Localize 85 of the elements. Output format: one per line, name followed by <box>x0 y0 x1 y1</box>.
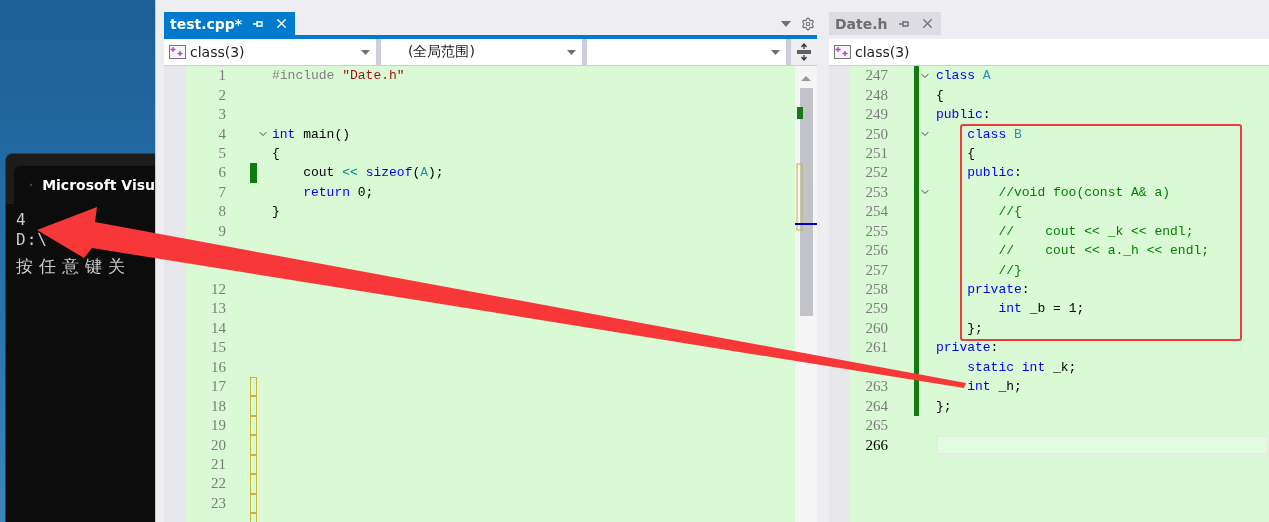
console-output: 按任意键关 <box>16 256 132 276</box>
code-line: public: <box>966 165 1022 181</box>
tab-list-caret-icon[interactable] <box>781 20 791 27</box>
dropdown-caret-icon <box>361 49 370 55</box>
line-number: 16 <box>210 358 226 376</box>
line-number: 247 <box>864 67 888 85</box>
line-number: 266 <box>864 436 888 454</box>
code-line: int _b = 1; <box>997 301 1085 317</box>
line-number: 8 <box>217 203 226 221</box>
line-number: 6 <box>217 164 226 182</box>
line-number: 20 <box>210 436 226 454</box>
line-number: 19 <box>210 417 226 435</box>
code-line: { <box>272 145 280 161</box>
pin-icon[interactable] <box>252 18 265 29</box>
code-line: #include "Date.h" <box>272 68 405 84</box>
line-number: 252 <box>864 164 888 182</box>
code-line: //{ <box>997 204 1022 220</box>
line-number: 12 <box>210 281 226 299</box>
pin-icon[interactable] <box>897 18 910 29</box>
line-number: 21 <box>210 455 226 473</box>
console-output: D:\ <box>16 230 49 250</box>
code-line: private: <box>966 282 1030 298</box>
navigation-dropdown[interactable]: (全局范围) <box>381 39 582 65</box>
line-number: 7 <box>217 183 226 201</box>
console-output: 4 <box>16 210 28 230</box>
file-tab[interactable]: test.cpp* <box>164 12 296 35</box>
line-number: 259 <box>864 300 888 318</box>
line-number: 256 <box>864 242 888 260</box>
dropdown-caret-icon <box>567 49 576 55</box>
code-line: class A <box>936 68 991 84</box>
code-line: static int _k; <box>966 359 1077 375</box>
code-line: cout << sizeof(A); <box>302 165 444 181</box>
line-number: 2 <box>217 86 226 104</box>
line-number: 254 <box>864 203 888 221</box>
line-number: 5 <box>217 144 226 162</box>
file-tab[interactable]: Date.h <box>829 12 941 35</box>
code-line: //void foo(const A& a) <box>997 184 1171 200</box>
line-number: 3 <box>217 106 226 124</box>
line-number: 265 <box>864 417 888 435</box>
code-line: public: <box>936 107 991 123</box>
console-title: Microsoft Visu <box>42 177 155 193</box>
code-line: int main() <box>272 126 350 142</box>
line-number: 253 <box>864 183 888 201</box>
line-number: 4 <box>217 125 226 143</box>
class-icon <box>834 45 851 59</box>
settings-icon[interactable] <box>801 16 815 31</box>
line-number: 255 <box>864 222 888 240</box>
line-number: 9 <box>217 222 226 240</box>
line-number: 22 <box>210 475 226 493</box>
code-line: // cout << a._h << endl; <box>997 243 1210 259</box>
line-number: 18 <box>210 397 226 415</box>
dropdown-caret-icon <box>771 49 780 55</box>
code-line: }; <box>966 320 983 336</box>
line-number: 257 <box>864 261 888 279</box>
code-line: private: <box>936 340 999 356</box>
line-number: 260 <box>864 319 888 337</box>
code-line: // cout << _k << endl; <box>997 223 1194 239</box>
line-number: 258 <box>864 281 888 299</box>
code-line: } <box>272 204 280 220</box>
line-number: 13 <box>210 300 226 318</box>
code-line: { <box>936 87 944 103</box>
code-line: return 0; <box>302 184 374 200</box>
line-number: 15 <box>210 339 226 357</box>
line-number: 1 <box>217 67 226 85</box>
split-button[interactable] <box>791 39 817 65</box>
code-line: class B <box>966 126 1022 142</box>
code-line: { <box>966 145 975 161</box>
line-number: 14 <box>210 319 226 337</box>
code-line: //} <box>997 262 1022 278</box>
line-number: 23 <box>210 494 226 512</box>
code-line: }; <box>936 398 952 414</box>
line-number: 264 <box>864 397 888 415</box>
class-icon <box>169 45 186 59</box>
split-icon <box>797 43 811 61</box>
line-number: 248 <box>864 86 888 104</box>
code-line: int _h; <box>966 379 1022 395</box>
line-number: 261 <box>864 339 888 357</box>
vertical-scrollbar[interactable] <box>795 66 817 522</box>
line-number: 17 <box>210 378 226 396</box>
navigation-dropdown[interactable]: class(3) <box>164 39 376 65</box>
line-number: 251 <box>864 144 888 162</box>
navigation-dropdown[interactable]: class(3) <box>829 39 1269 65</box>
line-number: 250 <box>864 125 888 143</box>
line-number: 263 <box>864 378 888 396</box>
line-number: 249 <box>864 106 888 124</box>
